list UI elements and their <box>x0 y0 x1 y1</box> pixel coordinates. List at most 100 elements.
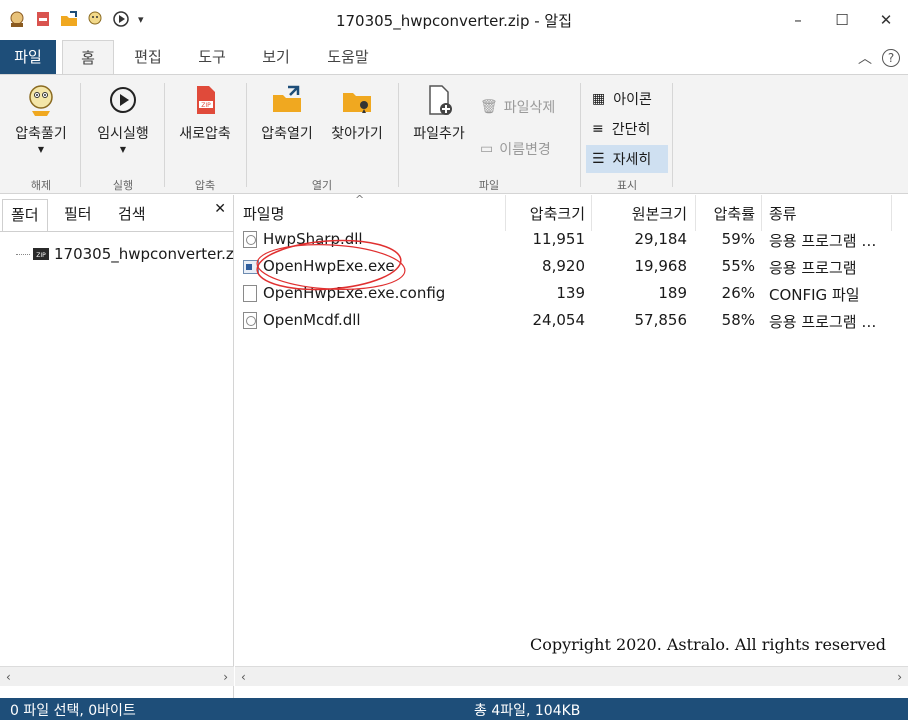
file-type: 응용 프로그램 … <box>769 313 877 331</box>
add-file-label: 파일추가 <box>413 126 465 142</box>
tab-filter[interactable]: 필터 <box>64 203 92 224</box>
tree-item-archive[interactable]: ZIP 170305_hwpconverter.zip <box>16 242 234 266</box>
scroll-left-icon[interactable]: ‹ <box>6 670 11 684</box>
column-divider[interactable] <box>891 195 892 231</box>
total-status: 총 4파일, 104KB <box>474 703 581 719</box>
view-icon-button[interactable]: ▦ 아이콘 <box>586 85 668 113</box>
folder-location-icon <box>343 93 371 113</box>
dll-icon <box>243 312 257 329</box>
column-original-size[interactable]: 원본크기 <box>595 203 687 224</box>
column-name[interactable]: 파일명 <box>243 203 284 224</box>
run-temp-button[interactable]: 임시실행 ▼ <box>88 83 158 154</box>
open-archive-button[interactable]: 압축열기 <box>252 83 322 143</box>
maximize-button[interactable]: ☐ <box>820 0 864 40</box>
column-divider[interactable] <box>505 195 506 231</box>
run-temp-label: 임시실행 <box>97 126 149 142</box>
file-list: ^ 파일명 압축크기 원본크기 압축률 종류 HwpSharp.dll 11,9… <box>235 193 908 698</box>
compressed-size: 139 <box>556 284 585 302</box>
copyright-watermark: Copyright 2020. Astralo. All rights rese… <box>529 635 886 654</box>
window-title: 170305_hwpconverter.zip - 알집 <box>335 12 573 30</box>
extract-button[interactable]: 압축풀기 ▼ <box>6 83 76 154</box>
left-panel: 폴더 필터 검색 ✕ ZIP 170305_hwpconverter.zip ‹… <box>0 195 234 698</box>
rename-button[interactable]: ▭ 이름변경 <box>480 139 551 159</box>
play-icon <box>110 87 136 113</box>
help-icon[interactable]: ? <box>882 49 900 67</box>
file-type: CONFIG 파일 <box>769 286 860 304</box>
add-file-button[interactable]: 파일추가 <box>404 83 474 143</box>
close-button[interactable]: ✕ <box>864 0 908 40</box>
scroll-left-icon[interactable]: ‹ <box>241 670 246 684</box>
sort-ascending-icon: ^ <box>355 193 365 206</box>
extract-dropdown-icon[interactable]: ▼ <box>6 145 76 154</box>
open-folder-icon <box>273 85 301 112</box>
scroll-right-icon[interactable]: › <box>223 670 228 684</box>
tab-folder[interactable]: 폴더 <box>2 199 48 231</box>
tab-file[interactable]: 파일 <box>0 40 56 74</box>
left-panel-close-icon[interactable]: ✕ <box>214 201 226 217</box>
rename-icon: ▭ <box>480 141 494 157</box>
list-icon: ≡ <box>592 121 604 137</box>
column-ratio[interactable]: 압축률 <box>701 203 755 224</box>
compressed-size: 11,951 <box>532 230 586 248</box>
group-divider <box>80 83 81 187</box>
title-bar: ▾ 170305_hwpconverter.zip - 알집 – ☐ ✕ <box>0 0 908 40</box>
compressed-size: 24,054 <box>532 311 586 329</box>
tab-search[interactable]: 검색 <box>118 203 146 224</box>
left-horizontal-scrollbar[interactable]: ‹ › <box>0 666 234 686</box>
group-compress-label: 압축 <box>194 179 216 192</box>
trash-icon: 🗑 <box>480 99 498 115</box>
table-row[interactable]: OpenMcdf.dll 24,054 57,856 58% 응용 프로그램 … <box>235 308 908 334</box>
column-type[interactable]: 종류 <box>769 203 797 224</box>
file-list-horizontal-scrollbar[interactable]: ‹ › <box>235 666 908 686</box>
ribbon-right-controls: ︿ ? <box>858 48 900 68</box>
original-size: 19,968 <box>634 257 688 275</box>
folder-tree: ZIP 170305_hwpconverter.zip <box>0 231 234 666</box>
group-divider <box>398 83 399 187</box>
minimize-button[interactable]: – <box>776 0 820 40</box>
tab-help[interactable]: 도움말 <box>318 40 378 74</box>
zip-file-icon: ZIP <box>197 86 215 114</box>
group-divider <box>246 83 247 187</box>
file-type: 응용 프로그램 <box>769 259 857 277</box>
column-header: ^ 파일명 압축크기 원본크기 압축률 종류 <box>235 193 908 231</box>
tab-home[interactable]: 홈 <box>62 40 114 74</box>
ratio: 55% <box>721 257 755 275</box>
new-archive-button[interactable]: ZIP 새로압축 <box>170 83 240 143</box>
grid-icon: ▦ <box>592 91 606 107</box>
group-divider <box>672 83 673 187</box>
add-file-icon <box>429 85 452 115</box>
view-detail-button[interactable]: ☰ 자세히 <box>586 145 668 173</box>
window-controls: – ☐ ✕ <box>776 0 908 40</box>
tree-item-label: 170305_hwpconverter.zip <box>54 245 234 263</box>
file-type: 응용 프로그램 … <box>769 232 877 250</box>
original-size: 189 <box>658 284 687 302</box>
left-panel-tabs: 폴더 필터 검색 ✕ <box>0 195 234 231</box>
collapse-ribbon-icon[interactable]: ︿ <box>858 48 872 68</box>
column-compressed-size[interactable]: 압축크기 <box>515 203 585 224</box>
scroll-right-icon[interactable]: › <box>897 670 902 684</box>
new-archive-label: 새로압축 <box>179 126 231 142</box>
group-open-label: 열기 <box>311 179 333 192</box>
browse-button[interactable]: 찾아가기 <box>322 83 392 143</box>
ratio: 26% <box>721 284 755 302</box>
column-divider[interactable] <box>591 195 592 231</box>
run-temp-dropdown-icon[interactable]: ▼ <box>88 145 158 154</box>
zip-badge-text: ZIP <box>201 102 211 109</box>
view-simple-button[interactable]: ≡ 간단히 <box>586 115 668 143</box>
tab-tools[interactable]: 도구 <box>188 40 236 74</box>
tree-connector <box>16 253 30 255</box>
original-size: 57,856 <box>634 311 688 329</box>
ribbon-tabs: 파일 홈 편집 도구 보기 도움말 ︿ ? <box>0 40 908 74</box>
ribbon: 압축풀기 ▼ 해제 임시실행 ▼ 실행 ZIP 새로압축 압축 압축열기 찾아가… <box>0 74 908 194</box>
browse-label: 찾아가기 <box>331 126 383 142</box>
tab-view[interactable]: 보기 <box>252 40 300 74</box>
tab-edit[interactable]: 편집 <box>124 40 172 74</box>
delete-file-button[interactable]: 🗑 파일삭제 <box>480 97 555 117</box>
detail-list-icon: ☰ <box>592 151 605 167</box>
group-extract-label: 해제 <box>30 179 52 192</box>
column-divider[interactable] <box>695 195 696 231</box>
group-divider <box>164 83 165 187</box>
column-divider[interactable] <box>761 195 762 231</box>
extract-mascot-icon <box>29 85 53 116</box>
compressed-size: 8,920 <box>542 257 585 275</box>
